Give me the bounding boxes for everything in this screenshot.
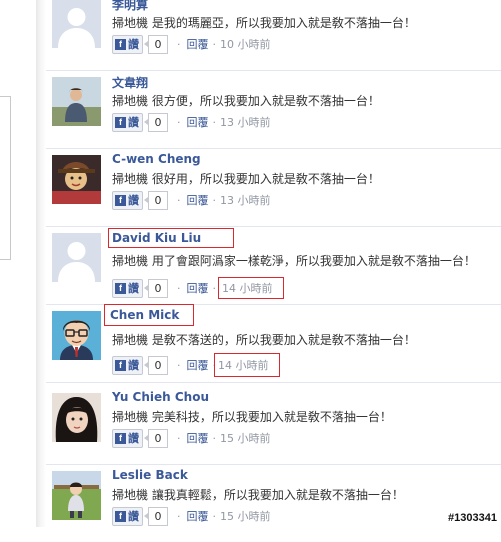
like-count: 0 [144, 506, 168, 526]
facebook-f-icon: f [115, 359, 126, 371]
comment-text: 掃地機 讓我真輕鬆，所以我要加入就是敎不落抽一台！ [112, 488, 404, 502]
like-button[interactable]: f 讚 [112, 506, 143, 526]
comment-actions: f 讚 0 · 回覆 · 10 小時前 [112, 34, 271, 54]
comment-text: 掃地機 是敎不落送的，所以我要加入就是敎不落抽一台！ [112, 333, 416, 347]
like-label: 讚 [128, 359, 139, 372]
like-label: 讚 [128, 38, 139, 51]
comment-item: Chen Mick 掃地機 是敎不落送的，所以我要加入就是敎不落抽一台！ f 讚… [46, 304, 501, 383]
like-label: 讚 [128, 510, 139, 523]
comment-actions: f 讚 0 · 回覆 · 14 小時前 [112, 353, 280, 377]
avatar-default[interactable] [52, 233, 101, 282]
like-button[interactable]: f 讚 [112, 34, 143, 54]
timestamp[interactable]: 13 小時前 [220, 114, 271, 130]
like-button[interactable]: f 讚 [112, 190, 143, 210]
comment-item: Leslie Back 掃地機 讓我真輕鬆，所以我要加入就是敎不落抽一台！ f … [46, 464, 501, 542]
comment-actions: f 讚 0 · 回覆 · 15 小時前 [112, 506, 271, 526]
facebook-f-icon: f [115, 38, 126, 50]
avatar-photo[interactable] [52, 155, 101, 204]
separator-dot: · [212, 193, 217, 207]
watermark: #1303341 [448, 512, 497, 524]
separator-dot: · [177, 509, 181, 523]
left-panel [0, 0, 36, 527]
left-panel-box [0, 96, 11, 260]
separator-dot: · [212, 37, 217, 51]
timestamp[interactable]: 14 小時前 [214, 353, 280, 377]
separator-dot: · [177, 431, 181, 445]
reply-link[interactable]: 回覆 [187, 357, 209, 373]
separator-dot: · [212, 431, 217, 445]
avatar-photo[interactable] [52, 77, 101, 126]
separator-dot: · [177, 193, 181, 207]
reply-link[interactable]: 回覆 [187, 280, 209, 296]
like-button[interactable]: f 讚 [112, 278, 143, 298]
timestamp[interactable]: 10 小時前 [220, 36, 271, 52]
facebook-f-icon: f [115, 194, 126, 206]
avatar-photo[interactable] [52, 471, 101, 520]
facebook-f-icon: f [115, 116, 126, 128]
like-count: 0 [144, 112, 168, 132]
separator-dot: · [177, 115, 181, 129]
comment-item: Yu Chieh Chou 掃地機 完美科技，所以我要加入就是敎不落抽一台！ f… [46, 386, 501, 465]
comment-text: 掃地機 很方便，所以我要加入就是敎不落抽一台！ [112, 94, 380, 108]
facebook-f-icon: f [115, 510, 126, 522]
commenter-name[interactable]: Yu Chieh Chou [112, 390, 209, 404]
avatar-photo[interactable] [52, 393, 101, 442]
like-label: 讚 [128, 432, 139, 445]
comment-text: 掃地機 是我的瑪麗亞，所以我要加入就是敎不落抽一台！ [112, 16, 416, 30]
reply-link[interactable]: 回覆 [187, 36, 209, 52]
commenter-name[interactable]: Leslie Back [112, 468, 188, 482]
commenter-name[interactable]: David Kiu Liu [108, 228, 235, 248]
like-label: 讚 [128, 282, 139, 295]
comment-item: C-wen Cheng 掃地機 很好用，所以我要加入就是敎不落抽一台！ f 讚 … [46, 148, 501, 227]
like-label: 讚 [128, 194, 139, 207]
comment-item: 文韋翔 掃地機 很方便，所以我要加入就是敎不落抽一台！ f 讚 0 · 回覆 ·… [46, 70, 501, 149]
comment-text: 掃地機 用了會跟阿潙家一樣乾淨，所以我要加入就是敎不落抽一台！ [112, 254, 476, 268]
commenter-name[interactable]: Chen Mick [104, 304, 195, 326]
commenter-name[interactable]: C-wen Cheng [112, 152, 201, 166]
like-button[interactable]: f 讚 [112, 355, 143, 375]
reply-link[interactable]: 回覆 [187, 430, 209, 446]
comment-text: 掃地機 完美科技，所以我要加入就是敎不落抽一台！ [112, 410, 392, 424]
timestamp[interactable]: 13 小時前 [220, 192, 271, 208]
separator-dot: · [212, 281, 217, 295]
comment-actions: f 讚 0 · 回覆 · 15 小時前 [112, 428, 271, 448]
avatar-default[interactable] [52, 0, 101, 48]
reply-link[interactable]: 回覆 [187, 508, 209, 524]
commenter-name[interactable]: 文韋翔 [112, 74, 148, 91]
avatar-cartoon[interactable] [52, 311, 101, 360]
facebook-f-icon: f [115, 282, 126, 294]
like-button[interactable]: f 讚 [112, 112, 143, 132]
like-button[interactable]: f 讚 [112, 428, 143, 448]
column-separator [36, 0, 46, 527]
like-count: 0 [144, 428, 168, 448]
commenter-name[interactable]: 李明算 [112, 0, 148, 13]
like-label: 讚 [128, 116, 139, 129]
reply-link[interactable]: 回覆 [187, 192, 209, 208]
like-count: 0 [144, 34, 168, 54]
comment-item: 李明算 掃地機 是我的瑪麗亞，所以我要加入就是敎不落抽一台！ f 讚 0 · 回… [46, 0, 501, 71]
like-count: 0 [144, 278, 168, 298]
comment-text: 掃地機 很好用，所以我要加入就是敎不落抽一台！ [112, 172, 380, 186]
separator-dot: · [177, 281, 181, 295]
like-count: 0 [144, 190, 168, 210]
comment-actions: f 讚 0 · 回覆 · 13 小時前 [112, 190, 271, 210]
facebook-f-icon: f [115, 432, 126, 444]
separator-dot: · [177, 37, 181, 51]
comment-actions: f 讚 0 · 回覆 · 14 小時前 [112, 277, 284, 299]
separator-dot: · [212, 115, 217, 129]
timestamp[interactable]: 14 小時前 [218, 277, 284, 299]
comment-actions: f 讚 0 · 回覆 · 13 小時前 [112, 112, 271, 132]
comment-item: David Kiu Liu 掃地機 用了會跟阿潙家一樣乾淨，所以我要加入就是敎不… [46, 226, 501, 305]
separator-dot: · [212, 509, 217, 523]
timestamp[interactable]: 15 小時前 [220, 508, 271, 524]
comment-list: 李明算 掃地機 是我的瑪麗亞，所以我要加入就是敎不落抽一台！ f 讚 0 · 回… [46, 0, 501, 527]
reply-link[interactable]: 回覆 [187, 114, 209, 130]
like-count: 0 [144, 355, 168, 375]
timestamp[interactable]: 15 小時前 [220, 430, 271, 446]
separator-dot: · [177, 358, 181, 372]
